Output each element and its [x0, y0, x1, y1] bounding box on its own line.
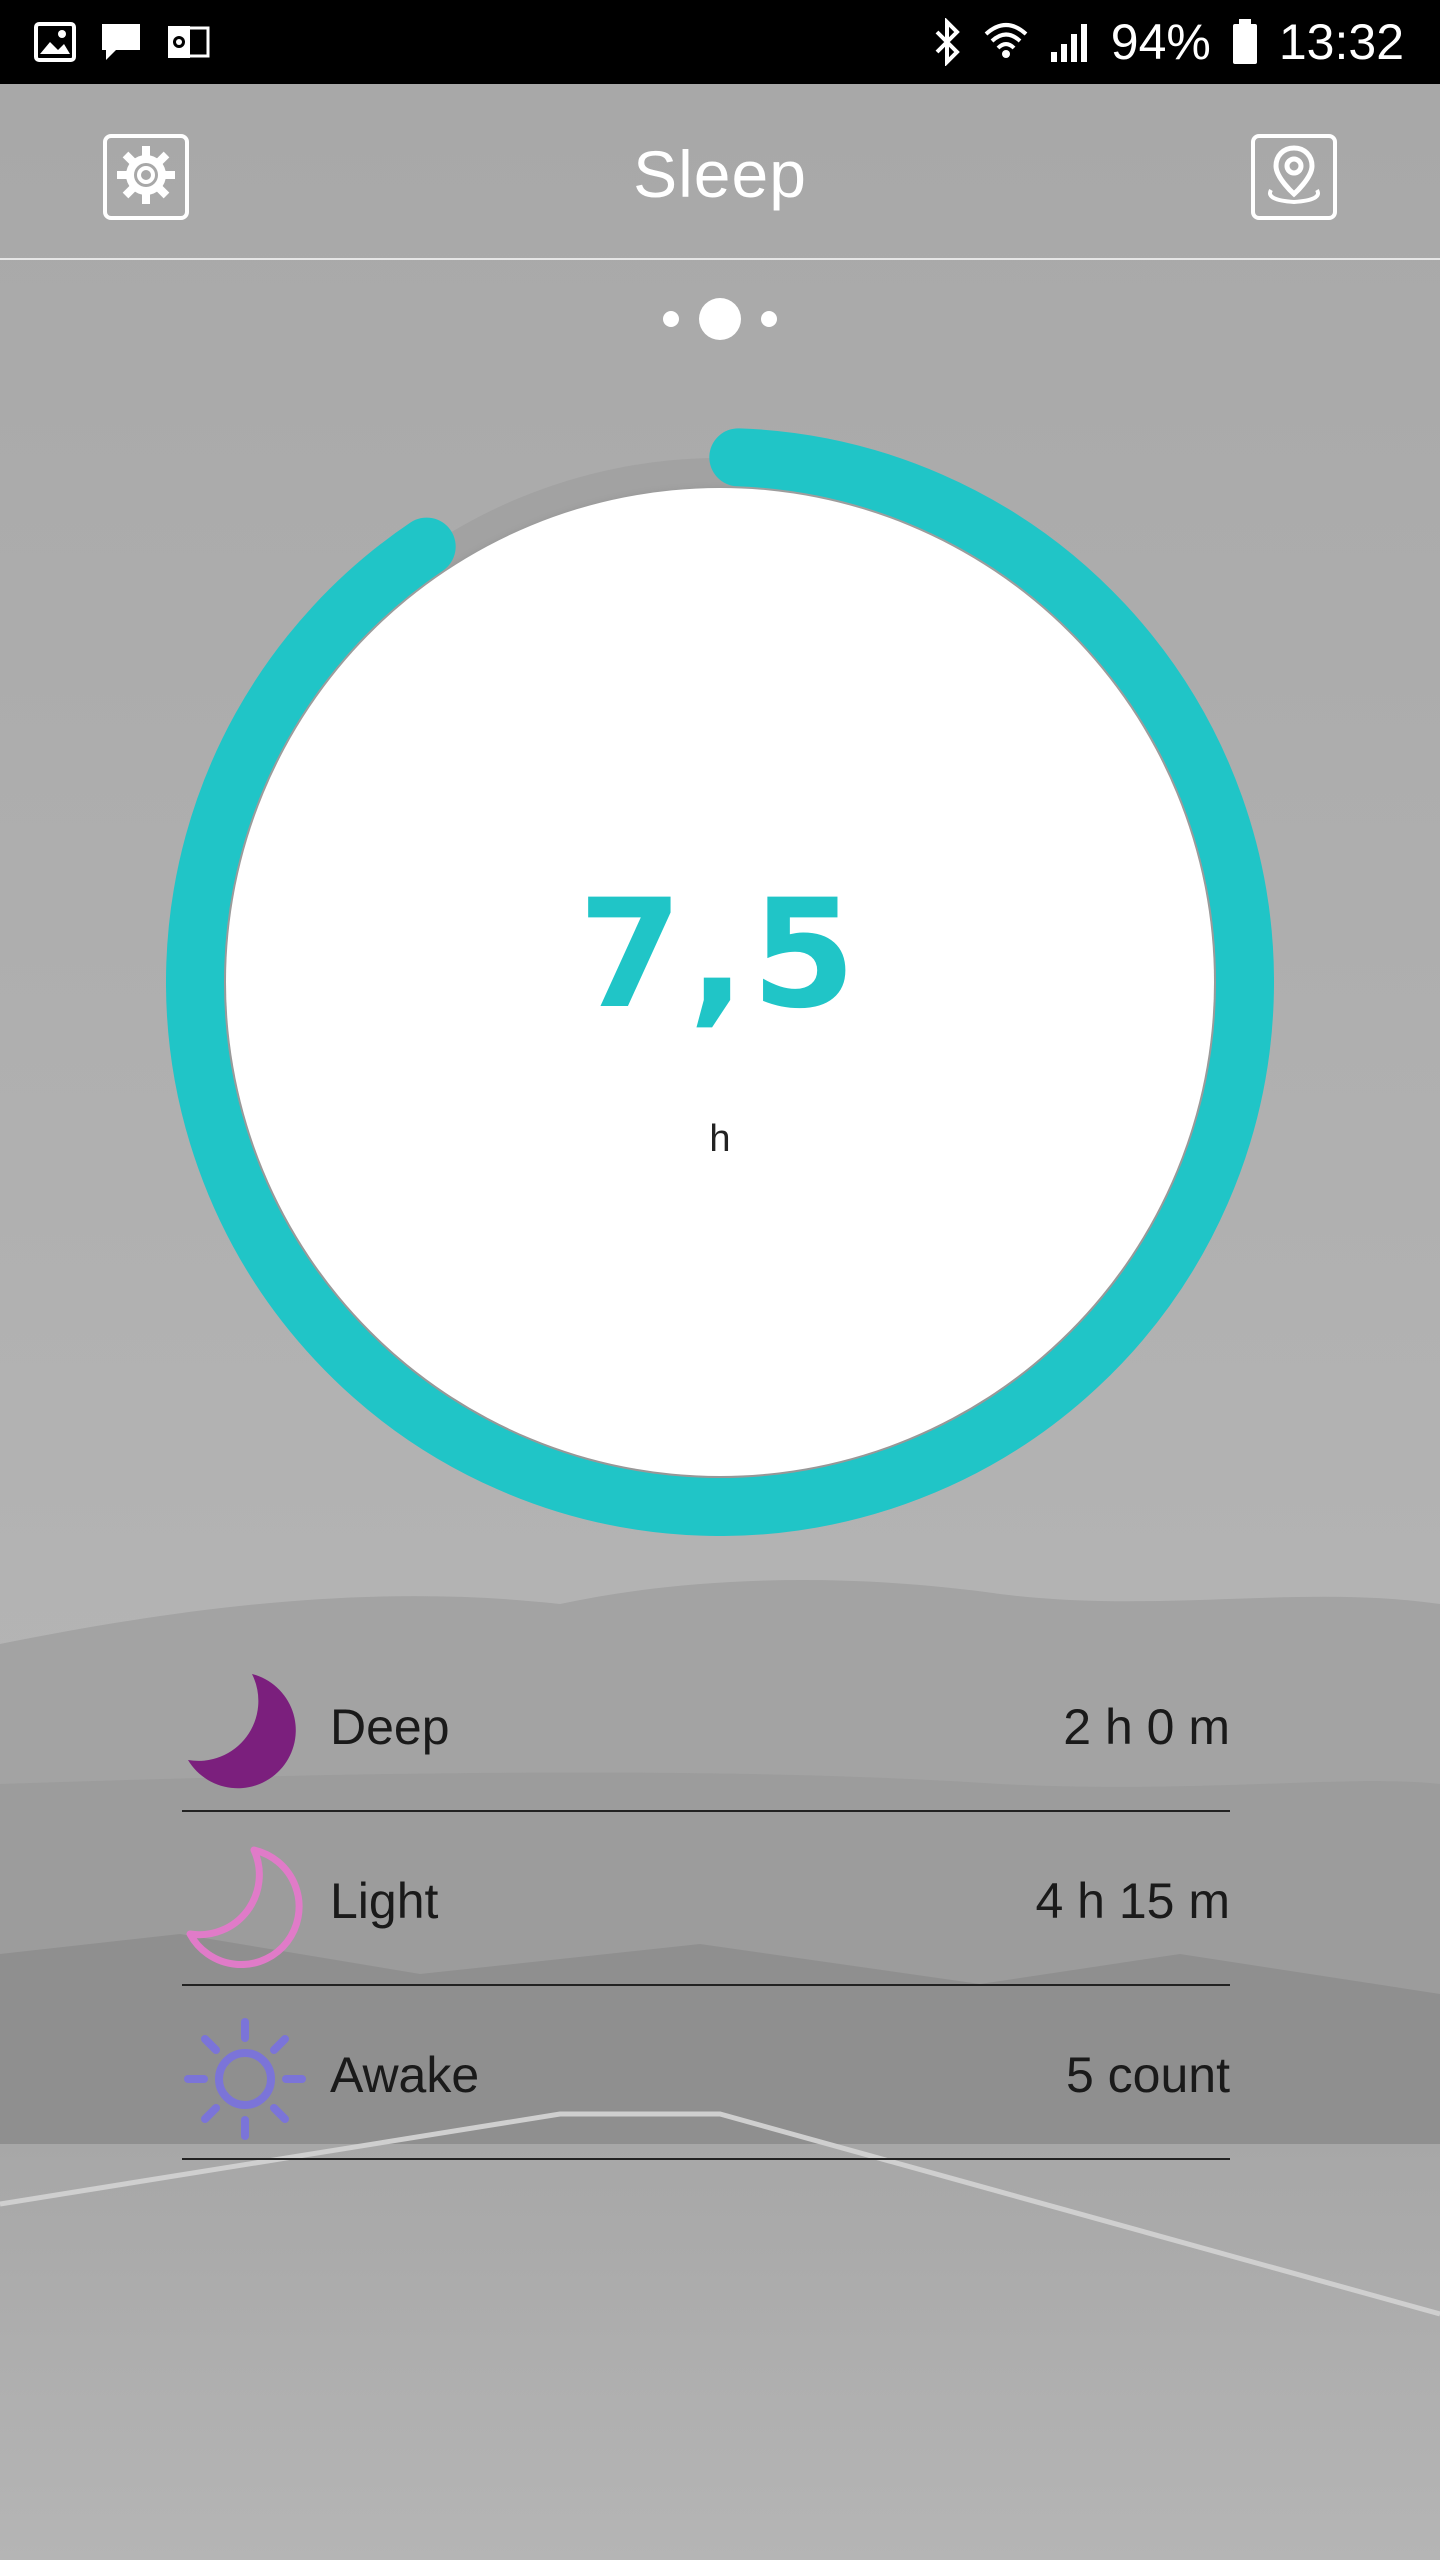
- clock: 13:32: [1278, 14, 1404, 70]
- sun-icon: [182, 2016, 308, 2142]
- sleep-hours-unit: h: [709, 1118, 731, 1160]
- system-status: 94% 13:32: [933, 0, 1404, 84]
- deep-moon-icon: [182, 1668, 308, 1794]
- location-button[interactable]: [1251, 134, 1337, 220]
- stat-row-awake[interactable]: Awake 5 count: [182, 1988, 1230, 2160]
- message-icon: [98, 20, 144, 69]
- notification-icons: [34, 20, 210, 69]
- page-indicator: [0, 298, 1440, 340]
- page-dot-active[interactable]: [699, 298, 741, 340]
- outlook-icon: [166, 22, 210, 67]
- bluetooth-icon: [933, 18, 963, 66]
- sleep-stats-list: Deep 2 h 0 m Light 4 h 15 m Awake 5 coun…: [182, 1640, 1230, 2160]
- stat-label: Deep: [330, 1699, 450, 1755]
- stat-label: Light: [330, 1873, 439, 1929]
- page-dot[interactable]: [761, 311, 777, 327]
- battery-icon: [1231, 19, 1259, 65]
- image-icon: [34, 22, 76, 67]
- battery-percent: 94%: [1110, 14, 1211, 70]
- page-title: Sleep: [633, 137, 807, 211]
- signal-icon: [1049, 20, 1091, 64]
- stat-row-deep[interactable]: Deep 2 h 0 m: [182, 1640, 1230, 1812]
- status-bar: 94% 13:32: [0, 0, 1440, 84]
- stat-label: Awake: [330, 2047, 480, 2103]
- wifi-icon: [983, 20, 1029, 64]
- stat-value: 4 h 15 m: [1035, 1873, 1230, 1929]
- sleep-summary-ring: 7,5 h: [166, 428, 1274, 1536]
- sleep-hours-value: 7,5: [578, 868, 862, 1042]
- app-header: Sleep: [0, 84, 1440, 260]
- stat-row-light[interactable]: Light 4 h 15 m: [182, 1814, 1230, 1986]
- light-moon-icon: [182, 1842, 308, 1969]
- page-dot[interactable]: [663, 311, 679, 327]
- stat-value: 5 count: [1065, 2047, 1230, 2103]
- location-pin-icon: [1261, 142, 1327, 213]
- stat-value: 2 h 0 m: [1063, 1699, 1230, 1755]
